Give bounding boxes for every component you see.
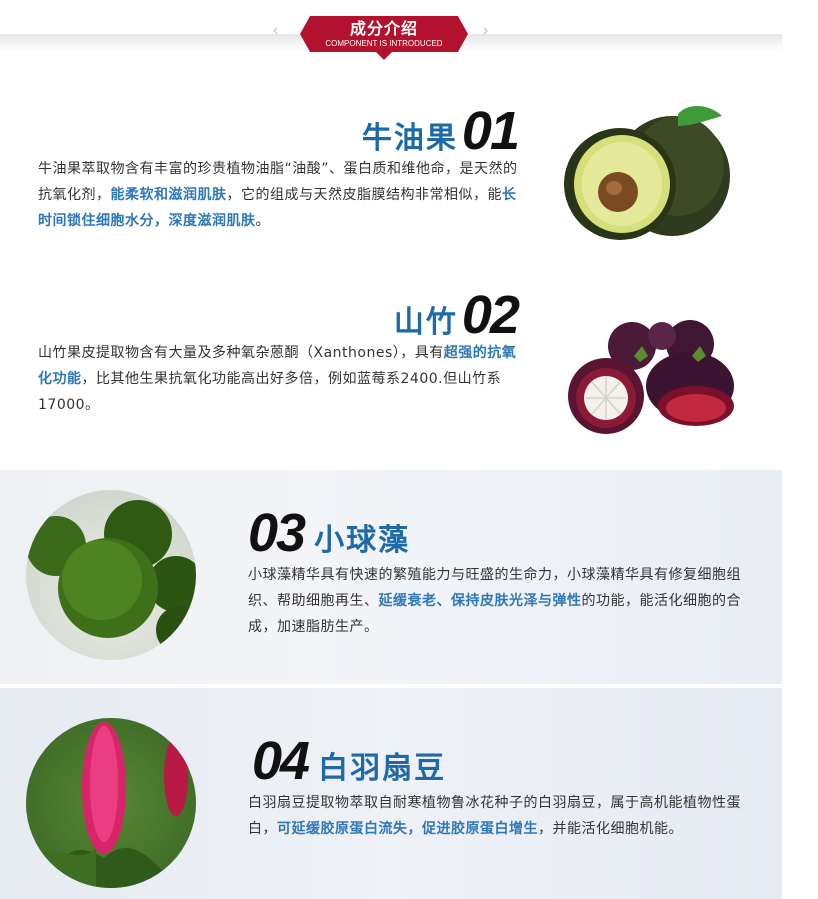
highlight-text: 延缓衰老、保持皮肤光泽与弹性 [378, 593, 582, 609]
ingredient-title-lupin: 04 白羽扇豆 [252, 731, 447, 791]
ingredient-title-avocado: 牛油果 01 [361, 101, 520, 161]
lupin-image [26, 718, 196, 888]
ingredient-description-chlorella: 小球藻精华具有快速的繁殖能力与旺盛的生命力，小球藻精华具有修复细胞组织、帮助细胞… [248, 562, 758, 640]
description-text: ，比其他生果抗氧化功能高出好多倍，例如蓝莓系2400.但山竹系17000。 [38, 371, 502, 413]
ingredient-number: 04 [252, 731, 310, 791]
ingredient-description-mangosteen: 山竹果皮提取物含有大量及多种氧杂蒽酮（Xanthones），具有超强的抗氧化功能… [38, 340, 518, 418]
ingredient-name: 山竹 [393, 305, 458, 340]
description-text: 山竹果皮提取物含有大量及多种氧杂蒽酮（Xanthones），具有 [38, 345, 444, 361]
ingredient-number: 03 [248, 503, 306, 563]
ingredient-name: 白羽扇豆 [318, 751, 447, 786]
description-text: 。 [255, 213, 270, 229]
header-subtitle: COMPONENT IS INTRODUCED [325, 39, 443, 48]
ingredient-title-mangosteen: 山竹 02 [393, 285, 520, 345]
ingredient-description-lupin: 白羽扇豆提取物萃取自耐寒植物鲁冰花种子的白羽扇豆，属于高机能植物性蛋白，可延缓胶… [248, 790, 748, 842]
highlight-text: 可延缓胶原蛋白流失，促进胶原蛋白增生 [277, 821, 538, 837]
avocado-image [564, 105, 730, 240]
lupin-flower-icon [26, 718, 196, 888]
ingredient-title-chlorella: 03 小球藻 [248, 503, 411, 563]
chlorella-image [26, 490, 196, 660]
moss-ball-icon [26, 500, 196, 654]
highlight-text: 能柔软和滋润肌肤 [110, 187, 227, 203]
ingredient-name: 小球藻 [314, 523, 411, 558]
header-badge-pointer [376, 52, 392, 60]
ingredient-number: 01 [461, 101, 520, 161]
ingredient-name: 牛油果 [361, 121, 458, 156]
chevron-left-icon: ‹ [272, 20, 280, 41]
description-text: ，它的组成与天然皮脂膜结构非常相似，能 [226, 187, 502, 203]
header-title: 成分介绍 [349, 19, 418, 38]
ingredient-description-avocado: 牛油果萃取物含有丰富的珍贵植物油脂“油酸”、蛋白质和维他命，是天然的抗氧化剂，能… [38, 156, 528, 234]
description-text: ，并能活化细胞机能。 [538, 821, 683, 837]
section-header: ‹ › 成分介绍 COMPONENT IS INTRODUCED [0, 0, 782, 60]
mangosteen-image [568, 320, 734, 434]
ingredient-number: 02 [461, 285, 520, 345]
chevron-right-icon: › [482, 20, 490, 41]
header-badge: 成分介绍 COMPONENT IS INTRODUCED [300, 16, 468, 52]
